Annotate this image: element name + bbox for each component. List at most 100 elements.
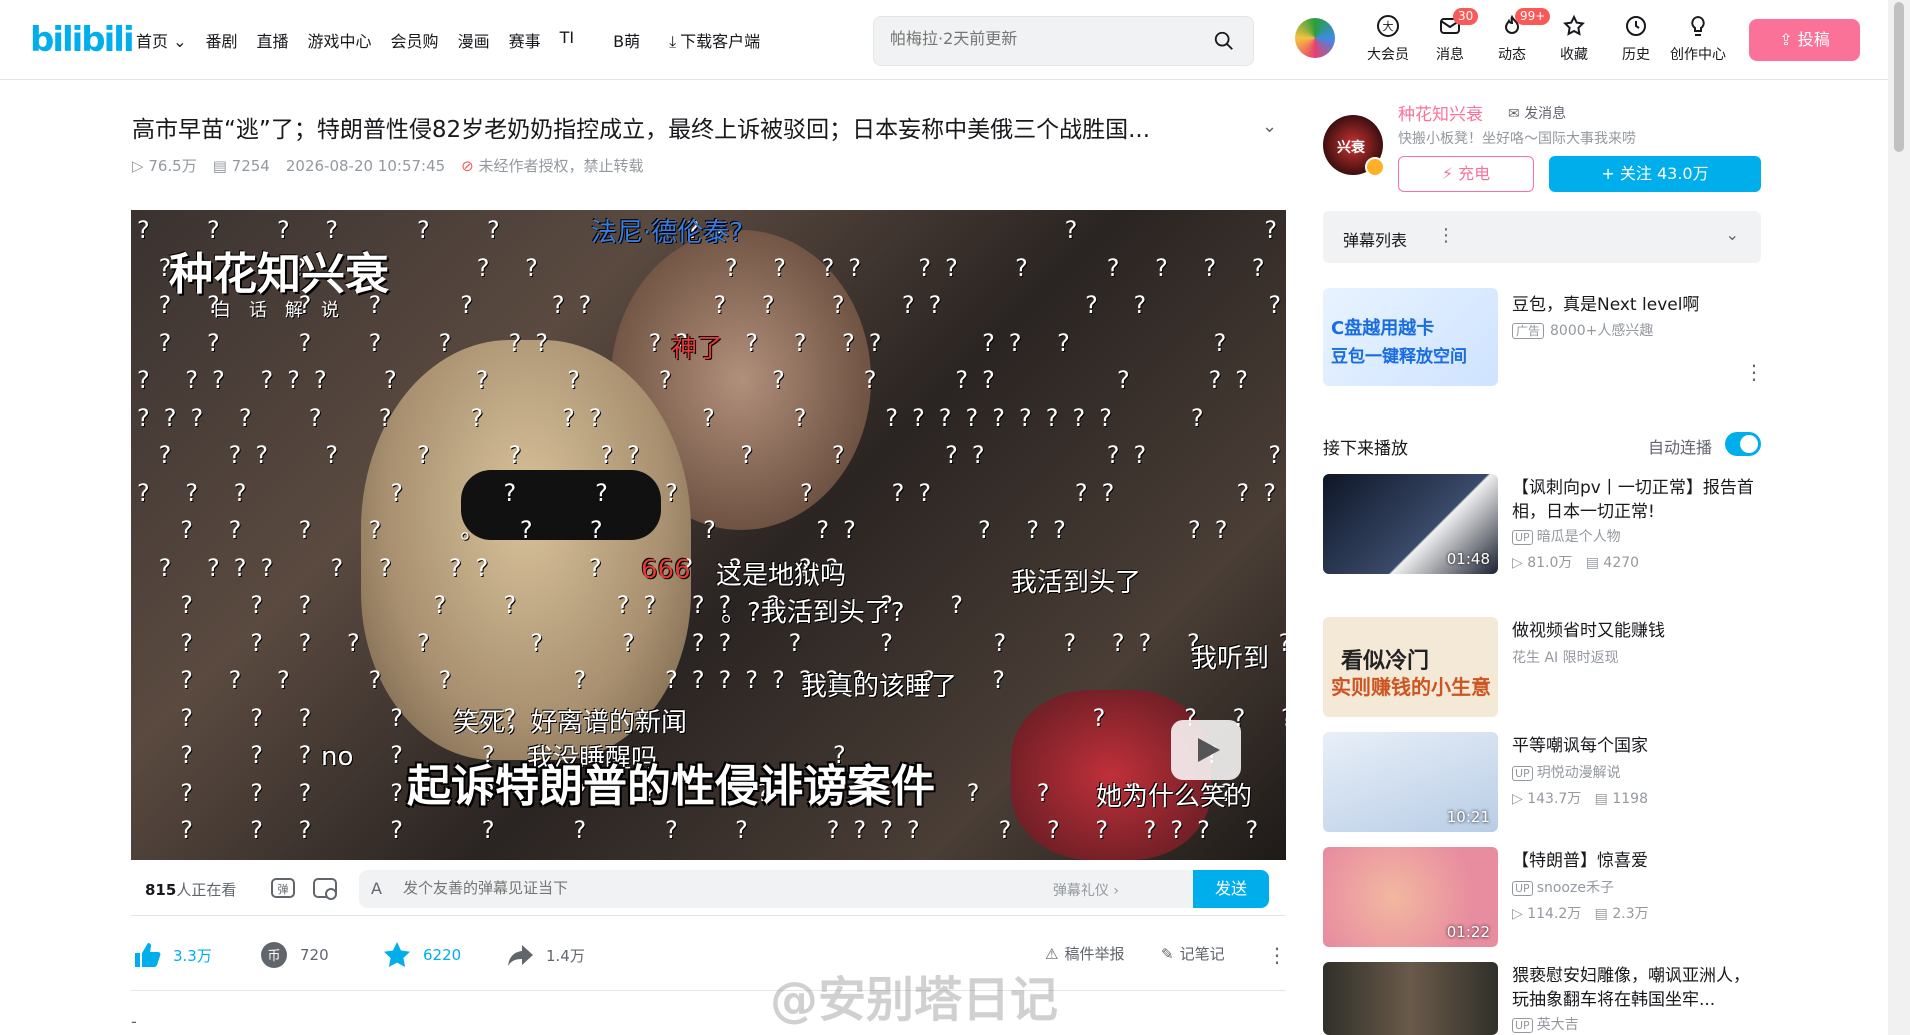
rec-item-ad[interactable]: 看似冷门 实则赚钱的小生意 做视频省时又能赚钱 花生 AI 限时返现 — [1323, 617, 1761, 717]
video-player[interactable]: ? ? ? ? ? ? ?? ? ? ? ?? ? ?? ? ? ? ? ? ?… — [131, 210, 1286, 860]
ad-title[interactable]: 豆包，真是Next level啊 — [1512, 290, 1699, 315]
share-button[interactable]: 1.4万 — [504, 939, 585, 971]
nav-download-client[interactable]: ⤓ 下载客户端 — [669, 28, 779, 52]
play-count-icon: ▷ — [132, 157, 149, 175]
up-next-heading: 接下来播放 — [1323, 439, 1408, 459]
rec-duration: 01:48 — [1446, 550, 1490, 568]
nav-live[interactable]: 直播 — [257, 28, 289, 52]
nav-game-center[interactable]: 游戏中心 — [308, 28, 372, 52]
danmaku-item: 她为什么笑的 — [1096, 782, 1253, 812]
rec-danmaku: 1198 — [1612, 791, 1648, 807]
chevron-down-icon[interactable]: ⌄ — [1726, 225, 1739, 244]
header-vip[interactable]: 大 大会员 — [1357, 14, 1419, 64]
vip-icon: 大 — [1377, 15, 1399, 37]
danmaku-list-menu-icon[interactable]: ⋮ — [1437, 225, 1455, 246]
header-history[interactable]: 历史 — [1605, 14, 1667, 64]
charge-button[interactable]: ⚡ 充电 — [1398, 156, 1534, 192]
danmaku-etiquette-link[interactable]: 弹幕礼仪 › — [1053, 880, 1119, 900]
message-badge: 30 — [1453, 8, 1479, 25]
rec-item[interactable]: 猥亵慰安妇雕像，嘲讽亚洲人，玩抽象翻车将在韩国坐牢... UP 英大吉 — [1323, 962, 1761, 1035]
rec-views: 143.7万 — [1527, 791, 1582, 807]
font-style-icon[interactable]: A — [371, 879, 382, 898]
user-avatar[interactable] — [1295, 18, 1335, 58]
search-input[interactable] — [890, 29, 1190, 48]
rec-uploader[interactable]: UP 英大吉 — [1512, 1014, 1579, 1034]
danmaku-toggle-icon[interactable]: 弹 — [269, 874, 297, 902]
rec-title[interactable]: 【特朗普】惊喜爱 — [1512, 849, 1762, 873]
rec-stats: ▷ 114.2万 ▤ 2.3万 — [1512, 906, 1649, 922]
uploader-avatar-text: 兴衰 — [1337, 140, 1365, 156]
search-box — [873, 16, 1254, 66]
channel-watermark-sub: 白话解说 — [213, 300, 357, 321]
rec-item[interactable]: 01:48 【讽刺向pv丨一切正常】报告首相，日本一切正常! UP 暗瓜是个人物 … — [1323, 474, 1761, 574]
scrollbar-thumb[interactable] — [1894, 2, 1904, 152]
danmaku-stat: ▤ 7254 — [213, 157, 270, 175]
rec-title[interactable]: 平等嘲讽每个国家 — [1512, 734, 1762, 758]
note-button[interactable]: ✎ 记笔记 — [1161, 943, 1225, 964]
danmaku-input[interactable] — [403, 879, 1003, 897]
nav-match[interactable]: 赛事 — [509, 28, 541, 52]
more-actions-icon[interactable]: ⋮ — [1267, 943, 1287, 967]
uploader-name[interactable]: 种花知兴衰 — [1398, 100, 1483, 125]
like-count: 3.3万 — [173, 946, 212, 965]
danmaku-count-value: 7254 — [231, 156, 270, 175]
favorite-button[interactable]: 6220 — [381, 939, 461, 971]
uploader-avatar[interactable]: 兴衰 — [1323, 115, 1385, 177]
video-subtitle: 起诉特朗普的性侵诽谤案件 — [407, 761, 935, 812]
favorite-count: 6220 — [423, 946, 462, 964]
nav-bangumi[interactable]: 番剧 — [206, 28, 238, 52]
bilibili-logo[interactable]: bilibili — [30, 20, 135, 60]
rec-danmaku: 2.3万 — [1612, 906, 1649, 922]
rec-uploader[interactable]: UP 玥悦动漫解说 — [1512, 762, 1621, 782]
rec-thumbnail[interactable]: 01:22 — [1323, 847, 1498, 947]
watching-count: 815人正在看 — [145, 879, 236, 900]
ad-thumbnail[interactable]: C盘越用越卡 豆包一键释放空间 — [1323, 288, 1498, 386]
rec-thumbnail[interactable] — [1323, 962, 1498, 1035]
no-repost-icon: ⊘ — [461, 157, 479, 175]
header-message[interactable]: 30 消息 — [1419, 8, 1481, 64]
like-button[interactable]: 3.3万 — [131, 939, 212, 971]
rec-stats: ▷ 143.7万 ▤ 1198 — [1512, 791, 1648, 807]
danmaku-input-box: A 弹幕礼仪 › — [359, 870, 1209, 908]
favorite-icon — [1563, 14, 1585, 36]
rec-thumbnail[interactable]: 看似冷门 实则赚钱的小生意 — [1323, 617, 1498, 717]
verified-badge-icon — [1365, 157, 1385, 177]
rec-uploader[interactable]: UP 暗瓜是个人物 — [1512, 526, 1621, 546]
share-icon — [508, 945, 533, 966]
send-danmaku-button[interactable]: 发送 — [1193, 870, 1269, 908]
header-creator[interactable]: 创作中心 — [1667, 14, 1729, 64]
rec-uploader[interactable]: UP snooze禾子 — [1512, 877, 1614, 897]
danmaku-send-bar: 815人正在看 弹 A 弹幕礼仪 › 发送 — [131, 860, 1286, 916]
search-icon[interactable] — [1213, 30, 1235, 52]
rec-item[interactable]: 01:22 【特朗普】惊喜爱 UP snooze禾子 ▷ 114.2万 ▤ 2.3… — [1323, 847, 1761, 947]
page-scrollbar[interactable] — [1888, 0, 1910, 1035]
coin-button[interactable]: 币 720 — [258, 939, 329, 971]
nav-mall[interactable]: 会员购 — [391, 28, 439, 52]
rec-title[interactable]: 做视频省时又能赚钱 — [1512, 619, 1762, 643]
rec-title[interactable]: 猥亵慰安妇雕像，嘲讽亚洲人，玩抽象翻车将在韩国坐牢... — [1512, 964, 1762, 1012]
nav-bmeng[interactable]: B萌 — [613, 28, 640, 52]
upload-button[interactable]: ⇪ 投稿 — [1749, 19, 1860, 61]
send-message-link[interactable]: ✉ 发消息 — [1508, 103, 1566, 123]
nav-manga[interactable]: 漫画 — [458, 28, 490, 52]
danmaku-list-panel[interactable]: 弹幕列表 ⋮ ⌄ — [1323, 211, 1761, 263]
upload-label: 投稿 — [1797, 30, 1830, 49]
nav-ti[interactable]: TI — [560, 28, 575, 52]
rec-uploader[interactable]: 花生 AI 限时返现 — [1512, 647, 1619, 667]
nav-home[interactable]: 首页 ⌄ — [136, 28, 187, 52]
rec-item[interactable]: 10:21 平等嘲讽每个国家 UP 玥悦动漫解说 ▷ 143.7万 ▤ 1198 — [1323, 732, 1761, 832]
rec-thumbnail[interactable]: 10:21 — [1323, 732, 1498, 832]
autoplay-toggle[interactable] — [1725, 432, 1761, 456]
ad-more-icon[interactable]: ⋮ — [1744, 360, 1764, 384]
copyright-text: 未经作者授权，禁止转载 — [478, 157, 644, 175]
rec-thumbnail[interactable]: 01:48 — [1323, 474, 1498, 574]
header-dynamic[interactable]: 99+ 动态 — [1481, 8, 1551, 64]
danmaku-settings-icon[interactable] — [311, 874, 339, 902]
follow-button[interactable]: + 关注 43.0万 — [1549, 156, 1761, 192]
header-favorite[interactable]: 收藏 — [1543, 14, 1605, 64]
rec-danmaku: 4270 — [1603, 555, 1640, 571]
expand-title-chevron-icon[interactable]: ⌄ — [1262, 116, 1277, 137]
rec-views: 81.0万 — [1527, 555, 1573, 571]
danmaku-item: 我听到 — [1191, 644, 1270, 674]
rec-title[interactable]: 【讽刺向pv丨一切正常】报告首相，日本一切正常! — [1512, 476, 1762, 524]
